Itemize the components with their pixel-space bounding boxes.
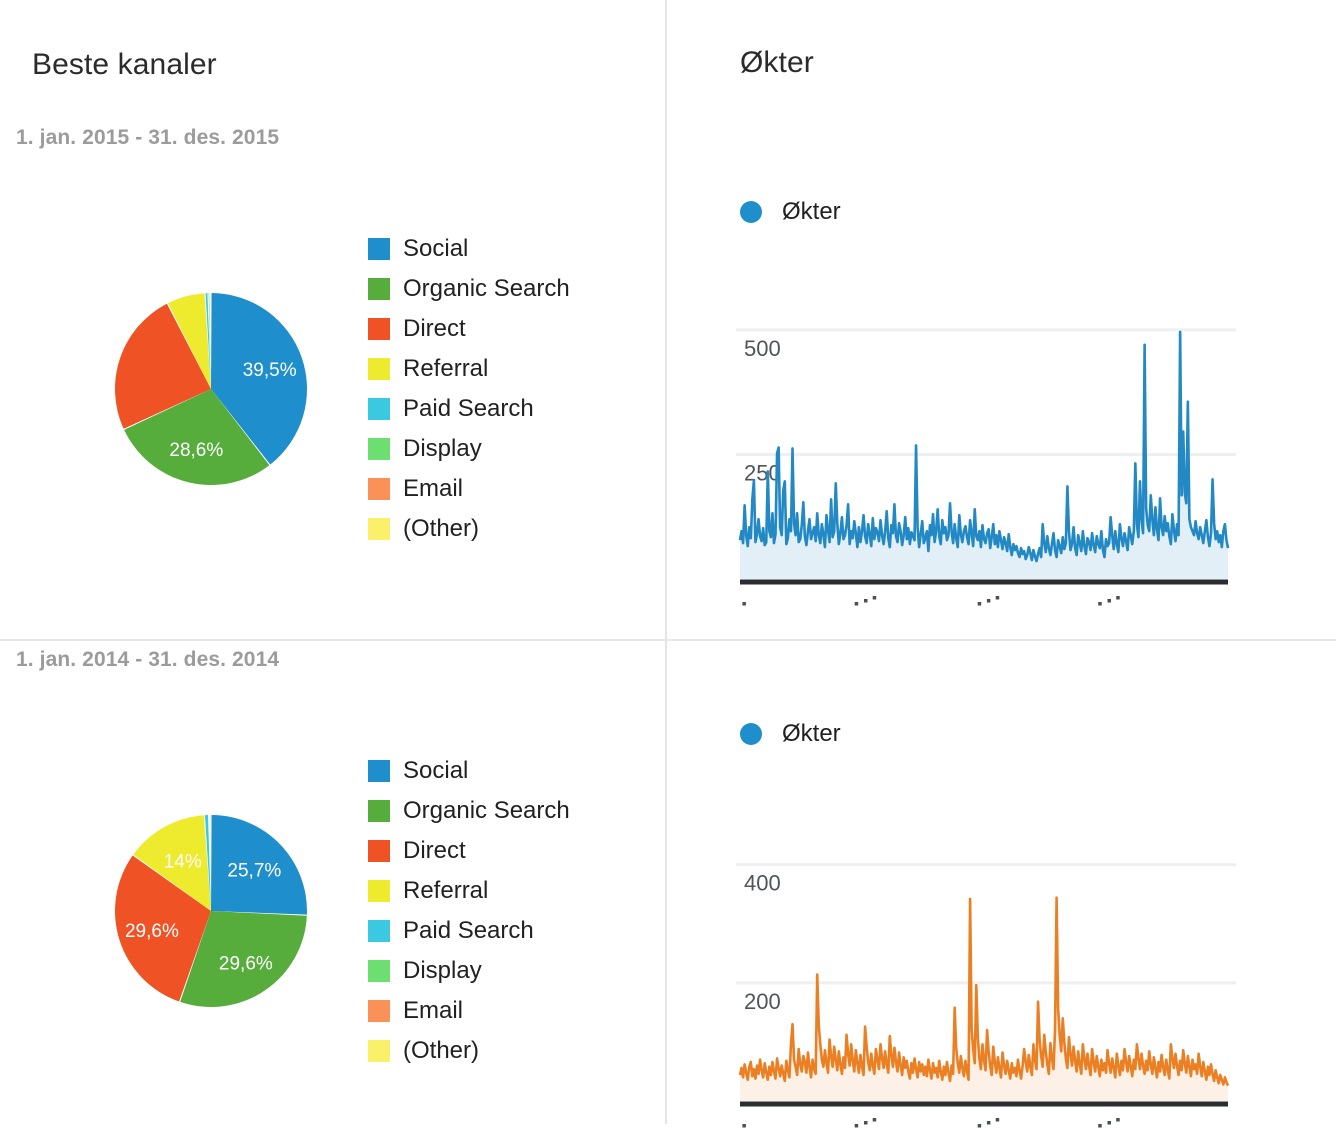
legend-item[interactable]: Social xyxy=(368,751,570,791)
svg-text:250: 250 xyxy=(744,460,781,485)
legend-item-label: Social xyxy=(403,235,469,262)
legend-swatch-icon xyxy=(368,840,390,862)
legend-swatch-icon xyxy=(368,800,390,822)
legend-item-label: Paid Search xyxy=(403,395,534,422)
sessions-plot-2015: 250 500 xyxy=(736,244,1336,624)
series-dot-icon xyxy=(740,723,762,745)
legend-item-label: Organic Search xyxy=(403,797,570,824)
legend-swatch-icon xyxy=(368,318,390,340)
legend-swatch-icon xyxy=(368,960,390,982)
legend-item-label: (Other) xyxy=(403,515,480,542)
legend-item[interactable]: Referral xyxy=(368,871,570,911)
sessions-chart-2014[interactable]: Økter 200 400 xyxy=(736,720,1336,1144)
svg-text:200: 200 xyxy=(744,989,781,1014)
legend-item-label: Email xyxy=(403,997,464,1024)
legend-item-label: Email xyxy=(403,475,464,502)
legend-item[interactable]: Social xyxy=(368,229,570,269)
legend-swatch-icon xyxy=(368,438,390,460)
sessions-panel-title: Økter xyxy=(740,46,814,79)
legend-item[interactable]: Paid Search xyxy=(368,389,570,429)
svg-text:400: 400 xyxy=(744,871,781,896)
series-label: Økter xyxy=(782,198,841,225)
legend-item-label: Direct xyxy=(403,837,466,864)
legend-item-label: Organic Search xyxy=(403,275,570,302)
legend-item[interactable]: Email xyxy=(368,469,570,509)
legend-item-label: Referral xyxy=(403,877,489,904)
legend-swatch-icon xyxy=(368,238,390,260)
legend-item[interactable]: Direct xyxy=(368,831,570,871)
svg-text:14%: 14% xyxy=(164,851,202,872)
legend-item-label: Social xyxy=(403,757,469,784)
legend-swatch-icon xyxy=(368,760,390,782)
legend-item-label: Direct xyxy=(403,315,466,342)
legend-swatch-icon xyxy=(368,478,390,500)
date-range-2014: 1. jan. 2014 - 31. des. 2014 xyxy=(16,648,280,671)
legend-item[interactable]: (Other) xyxy=(368,1031,570,1071)
date-range-2015: 1. jan. 2015 - 31. des. 2015 xyxy=(16,126,280,149)
svg-text:29,6%: 29,6% xyxy=(125,921,179,942)
series-label: Økter xyxy=(782,720,841,747)
legend-swatch-icon xyxy=(368,920,390,942)
pie-legend-2014: Social Organic Search Direct Referral Paid S… xyxy=(368,751,570,1071)
legend-swatch-icon xyxy=(368,1000,390,1022)
legend-item-label: (Other) xyxy=(403,1037,480,1064)
sessions-legend-2014: Økter xyxy=(740,720,1336,748)
sessions-legend-2015: Økter xyxy=(740,198,1336,226)
legend-item[interactable]: Email xyxy=(368,991,570,1031)
sessions-plot-2014: 200 400 xyxy=(736,766,1336,1144)
legend-swatch-icon xyxy=(368,518,390,540)
legend-item[interactable]: Display xyxy=(368,429,570,469)
sessions-chart-2015[interactable]: Økter 250 500 xyxy=(736,198,1336,624)
page-title: Beste kanaler xyxy=(32,48,217,81)
svg-text:29,6%: 29,6% xyxy=(219,953,273,974)
pie-chart-2015[interactable]: 39,5% 28,6% xyxy=(108,286,314,492)
vertical-divider xyxy=(665,0,667,1124)
svg-text:39,5%: 39,5% xyxy=(243,360,297,381)
legend-item-label: Referral xyxy=(403,355,489,382)
legend-swatch-icon xyxy=(368,880,390,902)
legend-item[interactable]: Paid Search xyxy=(368,911,570,951)
legend-item[interactable]: Direct xyxy=(368,309,570,349)
legend-item[interactable]: (Other) xyxy=(368,509,570,549)
legend-item[interactable]: Display xyxy=(368,951,570,991)
svg-text:25,7%: 25,7% xyxy=(227,861,281,882)
legend-item-label: Display xyxy=(403,957,482,984)
legend-swatch-icon xyxy=(368,358,390,380)
legend-swatch-icon xyxy=(368,1040,390,1062)
legend-item-label: Display xyxy=(403,435,482,462)
pie-legend-2015: Social Organic Search Direct Referral Paid S… xyxy=(368,229,570,549)
pie-chart-2014[interactable]: 25,7% 29,6% 29,6% 14% xyxy=(108,808,314,1014)
legend-item-label: Paid Search xyxy=(403,917,534,944)
horizontal-divider xyxy=(0,639,1336,641)
legend-item[interactable]: Referral xyxy=(368,349,570,389)
legend-swatch-icon xyxy=(368,278,390,300)
legend-item[interactable]: Organic Search xyxy=(368,791,570,831)
svg-text:500: 500 xyxy=(744,336,781,361)
series-dot-icon xyxy=(740,201,762,223)
dashboard-root: Beste kanaler 1. jan. 2015 - 31. des. 20… xyxy=(0,0,1336,1144)
legend-item[interactable]: Organic Search xyxy=(368,269,570,309)
legend-swatch-icon xyxy=(368,398,390,420)
svg-text:28,6%: 28,6% xyxy=(169,440,223,461)
